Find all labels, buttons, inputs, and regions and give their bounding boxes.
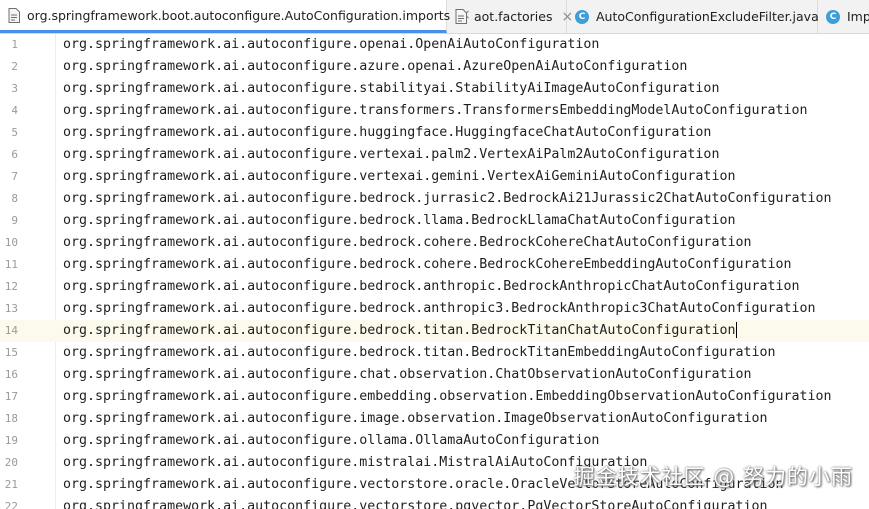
code-text[interactable]: org.springframework.ai.autoconfigure.azu… [63,56,687,78]
code-text[interactable]: org.springframework.ai.autoconfigure.cha… [63,364,751,386]
line-number: 15 [4,346,18,359]
tab-autoconfiguration-exclude-filter[interactable]: C AutoConfigurationExcludeFilter.java × [567,0,839,33]
code-text[interactable]: org.springframework.ai.autoconfigure.hug… [63,122,711,144]
class-icon: C [826,9,840,24]
code-line[interactable]: 15 org.springframework.ai.autoconfigure.b… [0,342,869,364]
code-text[interactable]: org.springframework.ai.autoconfigure.tra… [63,100,808,122]
tab-autoconfiguration-imports[interactable]: org.springframework.boot.autoconfigure.A… [0,0,471,33]
code-line[interactable]: 6 org.springframework.ai.autoconfigure.ve… [0,144,869,166]
code-text[interactable]: org.springframework.ai.autoconfigure.ver… [63,144,719,166]
code-text[interactable]: org.springframework.ai.autoconfigure.bed… [63,188,832,210]
line-number: 16 [4,368,18,381]
code-text[interactable]: org.springframework.ai.autoconfigure.bed… [63,210,735,232]
code-text[interactable]: org.springframework.ai.autoconfigure.bed… [63,232,751,254]
code-line[interactable]: 8 org.springframework.ai.autoconfigure.be… [0,188,869,210]
line-number: 17 [4,390,18,403]
line-number: 8 [11,192,18,205]
code-lines: 1 org.springframework.ai.autoconfigure.op… [0,34,869,509]
line-number: 2 [11,60,18,73]
code-line[interactable]: 3 org.springframework.ai.autoconfigure.st… [0,78,869,100]
code-line[interactable]: 5 org.springframework.ai.autoconfigure.hu… [0,122,869,144]
line-number: 7 [11,170,18,183]
code-text[interactable]: org.springframework.ai.autoconfigure.ver… [63,166,735,188]
code-line[interactable]: 13 org.springframework.ai.autoconfigure.b… [0,298,869,320]
line-number: 12 [4,280,18,293]
code-line[interactable]: 19 org.springframework.ai.autoconfigure.o… [0,430,869,452]
code-text[interactable]: org.springframework.ai.autoconfigure.emb… [63,386,832,408]
line-number: 22 [4,500,18,509]
code-line[interactable]: 14 org.springframework.ai.autoconfigure.b… [0,320,869,342]
code-text[interactable]: org.springframework.ai.autoconfigure.vec… [63,496,767,509]
code-text[interactable]: org.springframework.ai.autoconfigure.ima… [63,408,767,430]
class-icon: C [575,9,589,24]
editor-tab-bar: org.springframework.boot.autoconfigure.A… [0,0,869,34]
tab-imp[interactable]: C Imp [818,0,869,33]
line-number: 5 [11,126,18,139]
tab-label: Imp [847,9,869,24]
code-text[interactable]: org.springframework.ai.autoconfigure.bed… [63,342,775,364]
code-text[interactable]: org.springframework.ai.autoconfigure.mis… [63,452,647,474]
code-text[interactable]: org.springframework.ai.autoconfigure.bed… [63,254,792,276]
line-number: 18 [4,412,18,425]
code-text[interactable]: org.springframework.ai.autoconfigure.bed… [63,298,816,320]
code-text[interactable]: org.springframework.ai.autoconfigure.sta… [63,78,719,100]
code-line[interactable]: 1 org.springframework.ai.autoconfigure.op… [0,34,869,56]
line-number: 10 [4,236,18,249]
code-text[interactable]: org.springframework.ai.autoconfigure.bed… [63,276,800,298]
line-number: 14 [4,324,18,337]
line-number: 21 [4,478,18,491]
line-number: 4 [11,104,18,117]
line-number: 19 [4,434,18,447]
line-number: 20 [4,456,18,469]
line-number: 9 [11,214,18,227]
code-line[interactable]: 11 org.springframework.ai.autoconfigure.b… [0,254,869,276]
code-line[interactable]: 2 org.springframework.ai.autoconfigure.az… [0,56,869,78]
line-number: 11 [4,258,18,271]
code-line[interactable]: 16 org.springframework.ai.autoconfigure.c… [0,364,869,386]
code-text[interactable]: org.springframework.ai.autoconfigure.ope… [63,34,599,56]
code-line[interactable]: 4 org.springframework.ai.autoconfigure.tr… [0,100,869,122]
tab-label: aot.factories [474,9,553,24]
code-editor[interactable]: 1 org.springframework.ai.autoconfigure.op… [0,34,869,509]
tab-label: org.springframework.boot.autoconfigure.A… [27,7,451,23]
code-line[interactable]: 17 org.springframework.ai.autoconfigure.e… [0,386,869,408]
file-icon [8,7,20,23]
code-text[interactable]: org.springframework.ai.autoconfigure.oll… [63,430,599,452]
code-line[interactable]: 10 org.springframework.ai.autoconfigure.b… [0,232,869,254]
code-line[interactable]: 9 org.springframework.ai.autoconfigure.be… [0,210,869,232]
line-number: 13 [4,302,18,315]
line-number: 3 [11,82,18,95]
tab-aot-factories[interactable]: aot.factories × [447,0,573,33]
code-line[interactable]: 7 org.springframework.ai.autoconfigure.ve… [0,166,869,188]
file-icon [455,9,467,24]
line-number: 6 [11,148,18,161]
watermark: 掘金技术社区 @ 努力的小雨 [573,465,853,489]
code-text[interactable]: org.springframework.ai.autoconfigure.bed… [63,320,738,342]
code-line[interactable]: 12 org.springframework.ai.autoconfigure.b… [0,276,869,298]
tab-label: AutoConfigurationExcludeFilter.java [596,9,819,24]
text-caret [736,322,738,338]
line-number: 1 [11,38,18,51]
code-line[interactable]: 22 org.springframework.ai.autoconfigure.v… [0,496,869,509]
code-line[interactable]: 18 org.springframework.ai.autoconfigure.i… [0,408,869,430]
